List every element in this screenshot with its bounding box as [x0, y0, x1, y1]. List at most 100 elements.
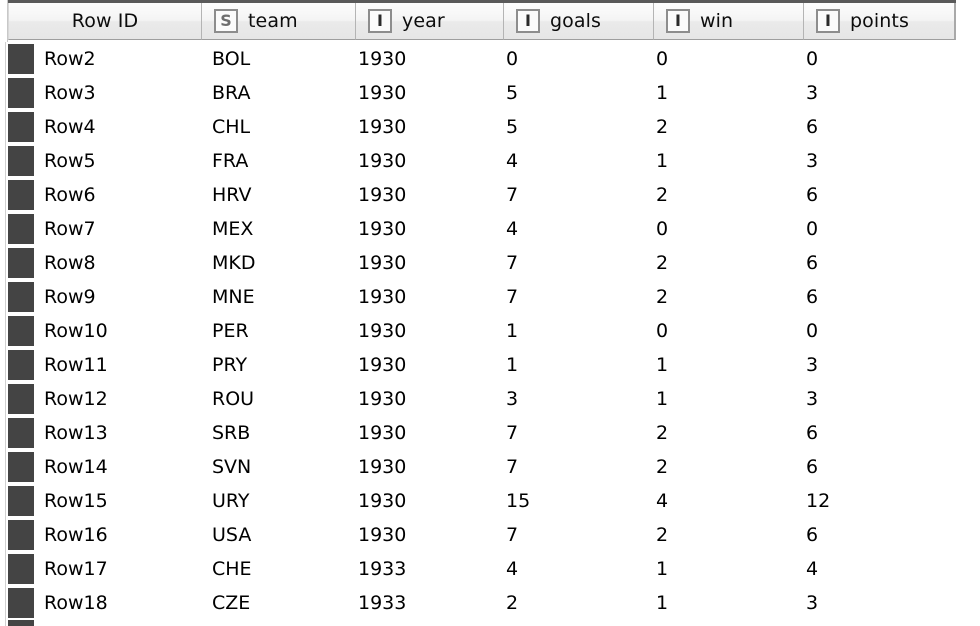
cell-goals[interactable]: 0 [494, 42, 644, 76]
cell-goals[interactable]: 1 [494, 314, 644, 348]
table-row[interactable]: Row2 BOL 1930 0 0 0 [0, 42, 980, 76]
cell-team[interactable]: BOL [192, 42, 346, 76]
table-row[interactable]: Row5 FRA 1930 4 1 3 [0, 144, 980, 178]
cell-win[interactable]: 0 [644, 212, 794, 246]
cell-goals[interactable]: 7 [494, 416, 644, 450]
cell-team[interactable]: PER [192, 314, 346, 348]
cell-goals[interactable]: 7 [494, 518, 644, 552]
cell-team[interactable]: SVN [192, 450, 346, 484]
cell-row-id[interactable]: Row7 [40, 212, 192, 246]
table-row[interactable]: Row10 PER 1930 1 0 0 [0, 314, 980, 348]
cell-goals[interactable]: 4 [494, 552, 644, 586]
cell-points[interactable]: 3 [794, 348, 944, 382]
cell-year[interactable]: 1930 [346, 450, 494, 484]
cell-win[interactable]: 2 [644, 280, 794, 314]
cell-year[interactable]: 1930 [346, 382, 494, 416]
table-row[interactable]: Row17 CHE 1933 4 1 4 [0, 552, 980, 586]
table-row[interactable]: Row9 MNE 1930 7 2 6 [0, 280, 980, 314]
cell-year[interactable]: 1933 [346, 586, 494, 620]
column-header-points[interactable]: Ipoints [804, 3, 956, 40]
cell-row-id[interactable]: Row17 [40, 552, 192, 586]
cell-goals[interactable]: 4 [494, 144, 644, 178]
cell-goals[interactable]: 7 [494, 450, 644, 484]
cell-goals[interactable]: 5 [494, 76, 644, 110]
column-header-team[interactable]: Steam [202, 3, 356, 40]
cell-year[interactable]: 1930 [346, 518, 494, 552]
cell-year[interactable]: 1930 [346, 484, 494, 518]
cell-row-id[interactable]: Row11 [40, 348, 192, 382]
cell-row-id[interactable]: Row9 [40, 280, 192, 314]
cell-points[interactable]: 3 [794, 382, 944, 416]
column-header-win[interactable]: Iwin [654, 3, 804, 40]
cell-points[interactable]: 12 [794, 484, 944, 518]
cell-year[interactable]: 1930 [346, 144, 494, 178]
cell-win[interactable]: 0 [644, 42, 794, 76]
cell-row-id[interactable]: Row13 [40, 416, 192, 450]
cell-row-id[interactable]: Row18 [40, 586, 192, 620]
cell-year[interactable] [346, 620, 494, 626]
cell-year[interactable]: 1930 [346, 110, 494, 144]
cell-year[interactable]: 1930 [346, 280, 494, 314]
cell-win[interactable]: 1 [644, 382, 794, 416]
cell-goals[interactable]: 7 [494, 246, 644, 280]
cell-row-id[interactable]: Row8 [40, 246, 192, 280]
table-row[interactable]: Row18 CZE 1933 2 1 3 [0, 586, 980, 620]
cell-row-id[interactable]: Row12 [40, 382, 192, 416]
cell-win[interactable]: 1 [644, 586, 794, 620]
cell-row-id[interactable]: Row6 [40, 178, 192, 212]
cell-points[interactable]: 0 [794, 212, 944, 246]
cell-goals[interactable]: 7 [494, 280, 644, 314]
cell-win[interactable]: 2 [644, 178, 794, 212]
cell-goals[interactable]: 3 [494, 382, 644, 416]
cell-points[interactable]: 6 [794, 110, 944, 144]
cell-year[interactable]: 1930 [346, 212, 494, 246]
cell-win[interactable]: 0 [644, 314, 794, 348]
cell-win[interactable]: 2 [644, 246, 794, 280]
table-row[interactable]: Row16 USA 1930 7 2 6 [0, 518, 980, 552]
cell-win[interactable]: 1 [644, 348, 794, 382]
table-row[interactable]: Row13 SRB 1930 7 2 6 [0, 416, 980, 450]
cell-row-id[interactable]: Row5 [40, 144, 192, 178]
table-row[interactable]: Row12 ROU 1930 3 1 3 [0, 382, 980, 416]
table-row[interactable]: Row7 MEX 1930 4 0 0 [0, 212, 980, 246]
cell-team[interactable]: FRA [192, 144, 346, 178]
cell-year[interactable]: 1933 [346, 552, 494, 586]
cell-points[interactable]: 6 [794, 518, 944, 552]
cell-points[interactable]: 6 [794, 450, 944, 484]
cell-goals[interactable]: 7 [494, 178, 644, 212]
cell-row-id[interactable]: Row15 [40, 484, 192, 518]
cell-goals[interactable]: 15 [494, 484, 644, 518]
cell-team[interactable]: USA [192, 518, 346, 552]
table-row[interactable]: Row4 CHL 1930 5 2 6 [0, 110, 980, 144]
cell-team[interactable]: MNE [192, 280, 346, 314]
cell-team[interactable]: SRB [192, 416, 346, 450]
cell-win[interactable]: 4 [644, 484, 794, 518]
cell-team[interactable]: MKD [192, 246, 346, 280]
cell-team[interactable]: BRA [192, 76, 346, 110]
table-body[interactable]: Row2 BOL 1930 0 0 0 Row3 BRA 1930 5 1 3 Row4 CHL 1930 5… [0, 42, 980, 626]
cell-row-id[interactable]: Row16 [40, 518, 192, 552]
cell-goals[interactable]: 5 [494, 110, 644, 144]
cell-team[interactable]: URY [192, 484, 346, 518]
cell-team[interactable]: CZE [192, 586, 346, 620]
cell-year[interactable]: 1930 [346, 42, 494, 76]
cell-win[interactable]: 2 [644, 518, 794, 552]
cell-row-id[interactable]: Row3 [40, 76, 192, 110]
cell-points[interactable]: 0 [794, 314, 944, 348]
table-row[interactable] [0, 620, 980, 626]
cell-team[interactable]: CHE [192, 552, 346, 586]
cell-team[interactable] [192, 620, 346, 626]
cell-team[interactable]: CHL [192, 110, 346, 144]
cell-year[interactable]: 1930 [346, 314, 494, 348]
cell-row-id[interactable]: Row10 [40, 314, 192, 348]
table-row[interactable]: Row14 SVN 1930 7 2 6 [0, 450, 980, 484]
cell-points[interactable]: 6 [794, 416, 944, 450]
cell-points[interactable]: 3 [794, 586, 944, 620]
cell-goals[interactable]: 4 [494, 212, 644, 246]
column-header-row-id[interactable]: Row ID [8, 3, 202, 40]
cell-goals[interactable]: 1 [494, 348, 644, 382]
cell-team[interactable]: ROU [192, 382, 346, 416]
cell-year[interactable]: 1930 [346, 416, 494, 450]
cell-year[interactable]: 1930 [346, 178, 494, 212]
cell-win[interactable]: 1 [644, 552, 794, 586]
